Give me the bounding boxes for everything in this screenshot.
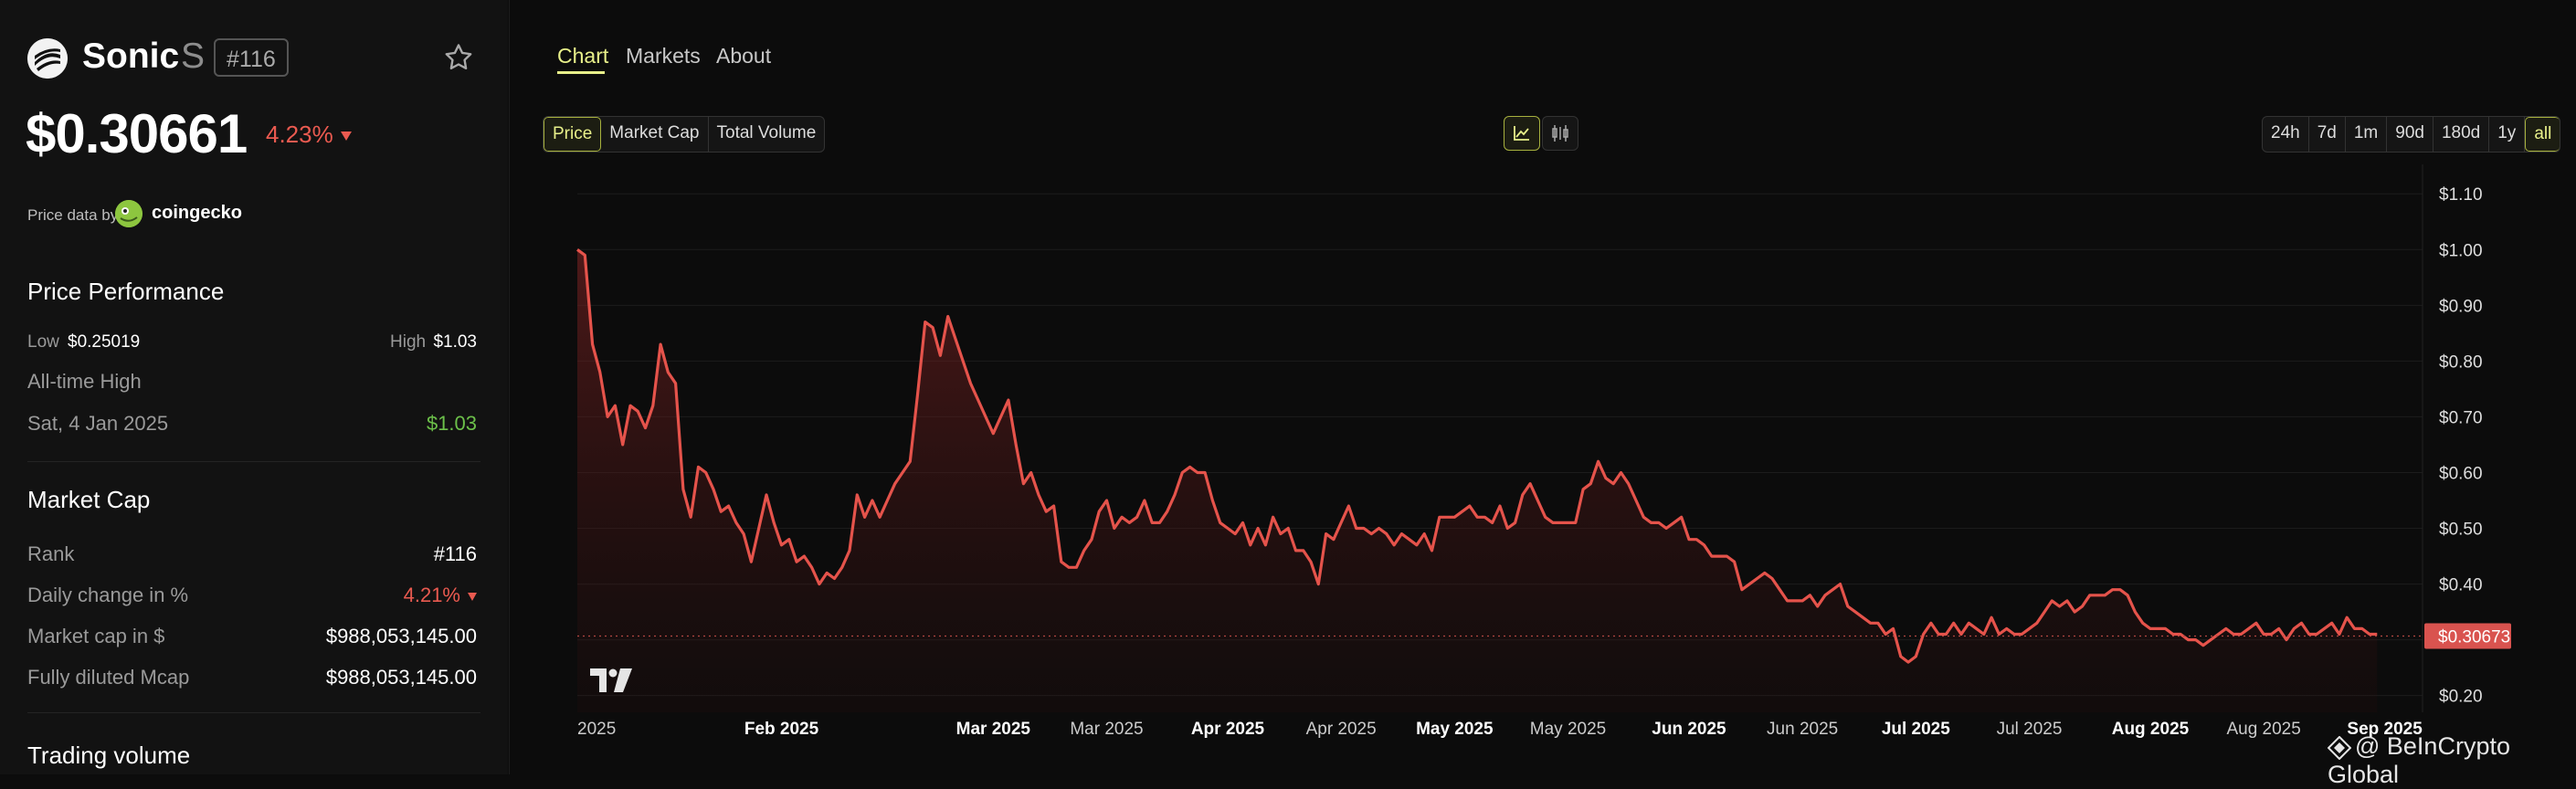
x-tick-label: 2025 [577, 720, 616, 739]
range-7d-button[interactable]: 7d [2309, 117, 2346, 152]
line-chart-button[interactable] [1504, 116, 1540, 151]
coin-symbol: S [181, 37, 206, 76]
tab-about[interactable]: About [716, 44, 771, 68]
low-label: Low [27, 332, 59, 352]
rank-badge: #116 [214, 38, 289, 77]
candlestick-icon [1552, 125, 1568, 142]
y-tick-label: $0.60 [2439, 464, 2483, 483]
market-cap-title: Market Cap [27, 486, 151, 513]
market-cap-label: Market cap in $ [27, 625, 165, 647]
range-1y-button[interactable]: 1y [2489, 117, 2526, 152]
trading-volume-title: Trading volume [27, 742, 191, 769]
x-tick-label: Aug 2025 [2226, 720, 2300, 739]
price-performance-title: Price Performance [27, 278, 225, 305]
y-tick-label: $1.00 [2439, 241, 2483, 260]
x-tick-label: Jun 2025 [1767, 720, 1838, 739]
metric-price-button[interactable]: Price [544, 117, 602, 152]
x-tick-label: Jul 2025 [1882, 720, 1950, 739]
low-value: $0.25019 [68, 332, 141, 352]
x-tick-label: Apr 2025 [1191, 720, 1265, 739]
high-label: High [390, 332, 427, 352]
ath-label: All-time High [27, 370, 142, 393]
x-tick-label: Jun 2025 [1652, 720, 1726, 739]
price-chart[interactable]: $1.10 $1.00 $0.90 $0.80 $0.70 $0.60 $0.50 $0.40… [509, 164, 2576, 774]
x-tick-label: Feb 2025 [744, 720, 819, 739]
range-1m-button[interactable]: 1m [2346, 117, 2388, 152]
divider [27, 461, 480, 462]
active-tab-underline [557, 71, 605, 74]
down-arrow-icon [468, 592, 477, 601]
y-tick-label: $0.40 [2439, 576, 2483, 595]
coingecko-link[interactable]: coingecko [152, 203, 242, 224]
watermark: @ BeInCrypto Global [2327, 732, 2576, 789]
sonic-logo-icon [27, 38, 68, 79]
tradingview-logo-icon [590, 668, 634, 697]
price-change-value: 4.23% [266, 121, 333, 148]
x-tick-label: Apr 2025 [1306, 720, 1377, 739]
down-arrow-icon [340, 132, 352, 142]
y-tick-label: $0.50 [2439, 521, 2483, 540]
metric-total-volume-button[interactable]: Total Volume [709, 117, 825, 152]
watermark-text: @ BeInCrypto Global [2328, 732, 2510, 788]
x-tick-label: Jul 2025 [1997, 720, 2063, 739]
range-180d-button[interactable]: 180d [2433, 117, 2490, 152]
range-24h-button[interactable]: 24h [2263, 117, 2309, 152]
beincrypto-logo-icon [2327, 735, 2352, 761]
y-tick-label: $0.70 [2439, 408, 2483, 427]
price-data-by-label: Price data by [27, 206, 119, 224]
x-tick-label: Aug 2025 [2112, 720, 2190, 739]
coingecko-logo-icon[interactable] [115, 200, 143, 227]
price-area-fill [577, 249, 2378, 712]
range-90d-button[interactable]: 90d [2387, 117, 2433, 152]
range-all-button[interactable]: all [2525, 117, 2560, 152]
price-change: 4.23% [266, 121, 352, 149]
fdv-label: Fully diluted Mcap [27, 666, 190, 689]
watchlist-star-icon[interactable] [442, 41, 475, 74]
tab-markets[interactable]: Markets [626, 44, 701, 68]
x-tick-label: Mar 2025 [956, 720, 1031, 739]
candlestick-chart-button[interactable] [1542, 116, 1578, 151]
high-value: $1.03 [433, 332, 477, 352]
range-selector: 24h 7d 1m 90d 180d 1y all [2262, 116, 2561, 153]
coin-name: Sonic [82, 37, 180, 76]
daily-change-text: 4.21% [403, 584, 460, 606]
rank-value: #116 [433, 542, 477, 565]
ath-value: $1.03 [426, 412, 477, 435]
tab-chart[interactable]: Chart [557, 44, 608, 68]
y-tick-label: $1.10 [2439, 185, 2483, 205]
y-tick-label: $0.90 [2439, 297, 2483, 316]
x-tick-label: May 2025 [1416, 720, 1494, 739]
line-chart-icon [1514, 126, 1529, 141]
divider [27, 712, 480, 713]
coin-sidebar: Sonic S #116 $0.30661 4.23% Price data b… [0, 0, 508, 774]
last-price-label: $0.30673 [2438, 628, 2510, 647]
fdv-value: $988,053,145.00 [325, 666, 477, 689]
y-tick-label: $0.80 [2439, 352, 2483, 372]
x-tick-label: May 2025 [1530, 720, 1606, 739]
daily-change-label: Daily change in % [27, 584, 189, 606]
metric-market-cap-button[interactable]: Market Cap [601, 117, 709, 152]
ath-date: Sat, 4 Jan 2025 [27, 412, 169, 435]
market-cap-value: $988,053,145.00 [325, 625, 477, 647]
daily-change-value: 4.21% [274, 584, 477, 607]
rank-label: Rank [27, 542, 75, 565]
y-tick-label: $0.20 [2439, 688, 2483, 707]
metric-selector: Price Market Cap Total Volume [543, 116, 826, 153]
x-tick-label: Mar 2025 [1070, 720, 1143, 739]
current-price: $0.30661 [26, 103, 248, 164]
